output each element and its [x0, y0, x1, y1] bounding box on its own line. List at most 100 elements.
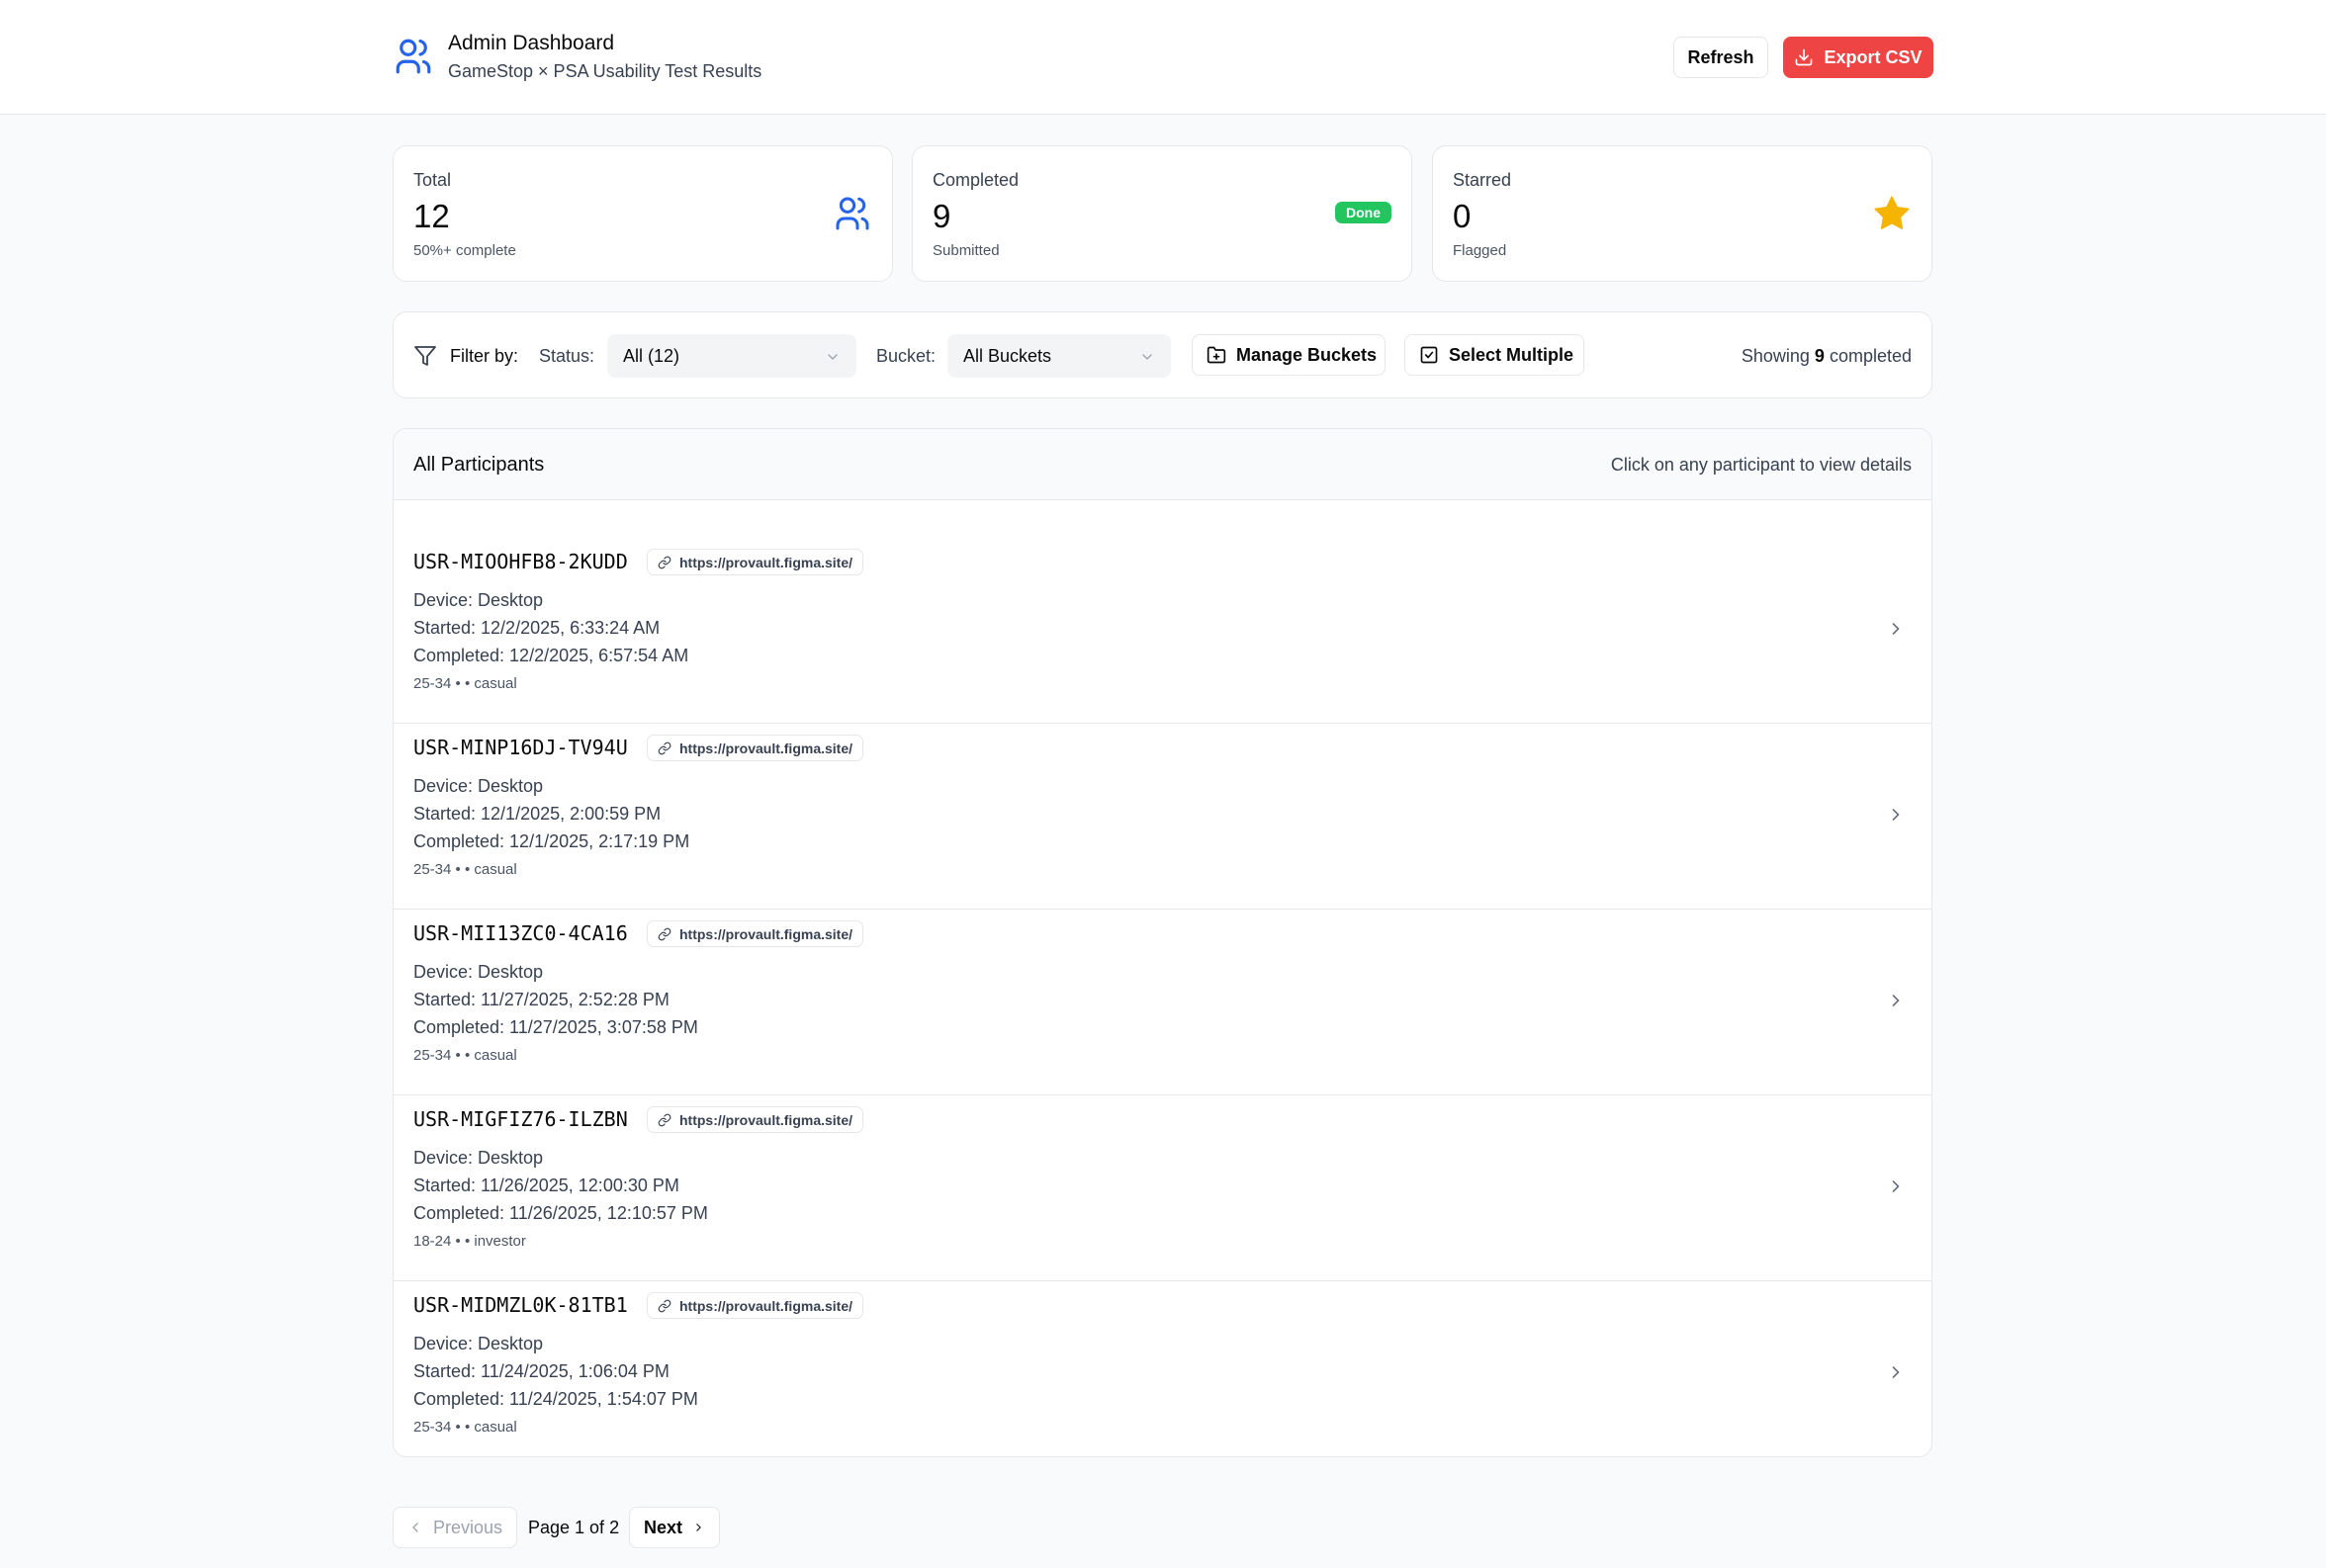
participant-completed: Completed: 11/26/2025, 12:10:57 PM [413, 1203, 708, 1223]
users-icon [836, 197, 869, 230]
stat-sub: 50%+ complete [413, 242, 516, 259]
done-badge: Done [1335, 202, 1391, 223]
next-page-button[interactable]: Next [629, 1507, 720, 1548]
participant-url[interactable]: https://provault.figma.site/ [647, 920, 864, 947]
participant-completed: Completed: 11/27/2025, 3:07:58 PM [413, 1017, 698, 1037]
link-icon [658, 741, 671, 755]
export-csv-label: Export CSV [1824, 46, 1923, 67]
participant-url-text: https://provault.figma.site/ [679, 1297, 853, 1314]
bucket-select[interactable]: All Buckets [947, 334, 1171, 378]
filter-label: Filter by: [450, 346, 519, 366]
folder-plus-icon [1207, 346, 1226, 364]
status-label: Status: [539, 346, 595, 366]
participant-meta: 25-34 • • casual [413, 1047, 517, 1064]
stat-label: Completed [933, 170, 1020, 190]
star-icon [1874, 196, 1910, 229]
stat-value: 0 [1453, 198, 1472, 234]
participant-url-text: https://provault.figma.site/ [679, 1111, 853, 1128]
page-subtitle: GameStop × PSA Usability Test Results [448, 61, 762, 81]
stat-sub: Flagged [1453, 242, 1507, 259]
page-indicator: Page 1 of 2 [528, 1518, 620, 1537]
link-icon [658, 556, 671, 569]
chevron-right-icon [696, 1524, 701, 1531]
participant-completed: Completed: 12/1/2025, 2:17:19 PM [413, 831, 690, 851]
participant-completed: Completed: 12/2/2025, 6:57:54 AM [413, 646, 689, 665]
chevron-right-icon [1892, 623, 1900, 635]
participant-started: Started: 11/27/2025, 2:52:28 PM [413, 990, 670, 1009]
filter-icon [414, 346, 436, 366]
chevron-right-icon [1892, 809, 1900, 821]
export-csv-button[interactable]: Export CSV [1783, 37, 1933, 78]
refresh-button-label: Refresh [1687, 46, 1754, 67]
previous-page-label: Previous [432, 1517, 502, 1537]
link-icon [658, 1113, 671, 1127]
previous-page-button[interactable]: Previous [393, 1507, 517, 1548]
top-header: Admin Dashboard GameStop × PSA Usability… [0, 0, 2326, 115]
participant-id: USR-MIDMZL0K-81TB1 [413, 1293, 628, 1317]
participant-device: Device: Desktop [413, 1148, 544, 1168]
chevron-down-icon [828, 354, 838, 360]
users-icon [396, 39, 431, 74]
stat-card-starred: Starred 0 Flagged [1432, 145, 1932, 282]
select-multiple-button[interactable]: Select Multiple [1404, 334, 1584, 376]
participant-completed: Completed: 11/24/2025, 1:54:07 PM [413, 1389, 698, 1409]
participant-id: USR-MIGFIZ76-ILZBN [413, 1107, 628, 1131]
refresh-button[interactable]: Refresh [1673, 37, 1768, 78]
participant-url-text: https://provault.figma.site/ [679, 925, 853, 942]
list-hint: Click on any participant to view details [1610, 455, 1912, 475]
status-select[interactable]: All (12) [607, 334, 856, 378]
participant-url[interactable]: https://provault.figma.site/ [647, 735, 864, 761]
participant-row[interactable]: USR-MII13ZC0-4CA16 https://provault.figm… [394, 910, 1931, 1095]
participant-device: Device: Desktop [413, 590, 544, 610]
link-icon [658, 1299, 671, 1313]
checkbox-icon [1420, 346, 1438, 364]
list-header: All Participants Click on any participan… [394, 429, 1931, 500]
showing-prefix: Showing [1741, 346, 1810, 366]
participant-started: Started: 12/2/2025, 6:33:24 AM [413, 618, 661, 638]
next-page-label: Next [644, 1517, 683, 1537]
participant-device: Device: Desktop [413, 962, 544, 982]
stat-card-completed: Completed 9 Submitted Done [912, 145, 1412, 282]
participant-row[interactable]: USR-MINP16DJ-TV94U https://provault.figm… [394, 724, 1931, 910]
stat-sub: Submitted [933, 242, 1000, 259]
list-title: All Participants [413, 454, 545, 476]
status-select-value: All (12) [623, 345, 680, 366]
participant-row[interactable]: USR-MIDMZL0K-81TB1 https://provault.figm… [394, 1281, 1931, 1456]
participant-url[interactable]: https://provault.figma.site/ [647, 1292, 864, 1319]
participant-started: Started: 12/1/2025, 2:00:59 PM [413, 804, 662, 824]
showing-number: 9 [1814, 346, 1825, 366]
participant-url[interactable]: https://provault.figma.site/ [647, 1106, 864, 1133]
participant-row[interactable]: USR-MIOOHFB8-2KUDD https://provault.figm… [394, 538, 1931, 724]
participant-meta: 25-34 • • casual [413, 1419, 517, 1436]
manage-buckets-button[interactable]: Manage Buckets [1192, 334, 1386, 376]
participant-id: USR-MINP16DJ-TV94U [413, 736, 628, 759]
chevron-down-icon [1142, 354, 1152, 360]
download-icon [1796, 48, 1813, 66]
chevron-right-icon [1892, 1366, 1900, 1378]
participant-device: Device: Desktop [413, 1334, 544, 1353]
participant-meta: 25-34 • • casual [413, 861, 517, 878]
participants-list: All Participants Click on any participan… [393, 428, 1932, 1457]
showing-suffix: completed [1829, 346, 1912, 366]
chevron-left-icon [412, 1523, 418, 1532]
showing-count: Showing 9 completed [1742, 346, 1912, 367]
bucket-label: Bucket: [876, 346, 937, 366]
participant-device: Device: Desktop [413, 776, 544, 796]
participant-meta: 18-24 • • investor [413, 1233, 526, 1250]
chevron-right-icon [1892, 1180, 1900, 1192]
chevron-right-icon [1892, 995, 1900, 1006]
select-multiple-label: Select Multiple [1449, 344, 1574, 365]
stat-value: 9 [933, 198, 951, 234]
page-title: Admin Dashboard [448, 32, 615, 54]
stat-label: Total [413, 170, 452, 190]
stat-value: 12 [413, 198, 450, 234]
bucket-select-value: All Buckets [963, 345, 1052, 366]
participant-url-text: https://provault.figma.site/ [679, 554, 853, 570]
participant-row[interactable]: USR-MIGFIZ76-ILZBN https://provault.figm… [394, 1095, 1931, 1281]
participant-url[interactable]: https://provault.figma.site/ [647, 549, 864, 575]
participant-started: Started: 11/26/2025, 12:00:30 PM [413, 1176, 679, 1195]
manage-buckets-label: Manage Buckets [1236, 344, 1378, 365]
link-icon [658, 927, 671, 941]
participant-url-text: https://provault.figma.site/ [679, 740, 853, 756]
participant-id: USR-MIOOHFB8-2KUDD [413, 550, 628, 573]
